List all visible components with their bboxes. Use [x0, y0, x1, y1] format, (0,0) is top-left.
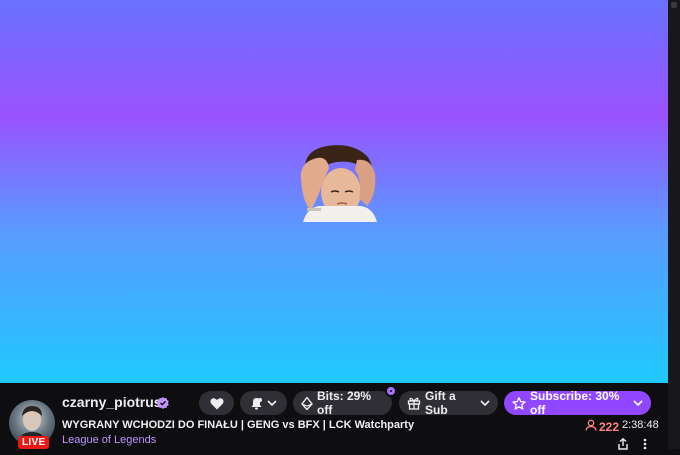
chevron-down-icon	[633, 400, 643, 406]
chevron-down-icon	[480, 400, 490, 406]
more-vertical-icon[interactable]	[642, 437, 648, 455]
bits-notification-dot	[385, 385, 397, 397]
channel-name[interactable]: czarny_piotrus	[62, 394, 162, 410]
stream-title: WYGRANY WCHODZI DO FINAŁU | GENG vs BFX …	[62, 419, 415, 431]
video-player[interactable]	[0, 0, 668, 383]
subscribe-label: Subscribe: 30% off	[530, 389, 620, 417]
subscribe-button[interactable]: Subscribe: 30% off	[504, 389, 651, 417]
emote-image	[297, 142, 377, 222]
gift-sub-button[interactable]: Gift a Sub	[399, 389, 498, 417]
category-link[interactable]: League of Legends	[62, 434, 156, 446]
gift-label: Gift a Sub	[425, 389, 456, 417]
gift-icon	[407, 396, 421, 410]
channel-avatar[interactable]: LIVE	[9, 400, 55, 449]
follow-button[interactable]	[199, 391, 234, 415]
person-icon	[585, 419, 597, 434]
viewer-count-value: 222	[599, 419, 620, 434]
bits-button[interactable]: Bits: 29% off	[293, 389, 392, 417]
notifications-button[interactable]	[240, 391, 287, 415]
heart-icon	[210, 397, 224, 410]
page-scrollbar[interactable]	[668, 0, 680, 449]
chevron-down-icon	[267, 400, 277, 406]
bits-icon	[301, 396, 313, 410]
bits-label: Bits: 29% off	[317, 389, 372, 417]
viewer-count: 222	[585, 419, 619, 434]
bell-icon	[250, 397, 263, 410]
scroll-arrow-icon[interactable]	[671, 2, 677, 8]
live-badge: LIVE	[18, 436, 50, 449]
verified-badge-icon	[157, 396, 169, 409]
star-icon	[512, 396, 526, 410]
stream-info-bar: LIVE czarny_piotrus Bits: 29% off Gift a…	[0, 383, 668, 450]
stream-uptime: 2:38:48	[622, 419, 659, 431]
share-icon[interactable]	[617, 437, 629, 455]
